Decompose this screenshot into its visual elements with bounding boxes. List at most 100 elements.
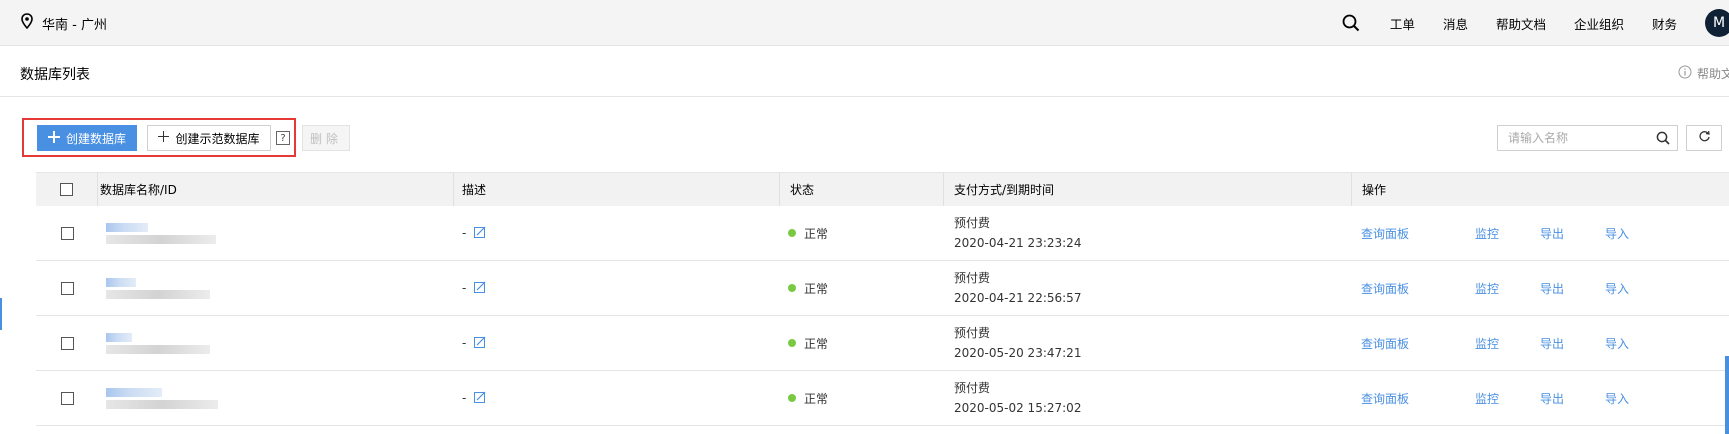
help-doc-label: 帮助文 (1696, 67, 1729, 81)
export-link[interactable]: 导出 (1540, 225, 1605, 242)
import-link[interactable]: 导入 (1605, 280, 1629, 297)
create-demo-database-button[interactable]: 创建示范数据库 (147, 125, 271, 151)
column-header-status: 状态 (790, 183, 815, 197)
table-row: - 正常 预付费 2020-04-21 22:56:57 查询面板 监控 导出 导… (36, 261, 1729, 316)
page-title: 数据库列表 (20, 67, 90, 83)
import-link[interactable]: 导入 (1605, 335, 1629, 352)
database-name-cell[interactable] (98, 316, 454, 370)
export-link[interactable]: 导出 (1540, 390, 1605, 407)
nav-messages[interactable]: 消息 (1443, 14, 1468, 33)
delete-button[interactable]: 删除 (302, 125, 350, 151)
database-name-cell[interactable] (98, 206, 454, 260)
description-text: - (462, 336, 467, 350)
redacted-id (106, 399, 218, 409)
edit-icon[interactable] (474, 336, 486, 351)
export-link[interactable]: 导出 (1540, 335, 1605, 352)
payment-type: 预付费 (954, 216, 991, 231)
search-icon[interactable] (1342, 14, 1360, 32)
database-name-cell[interactable] (98, 261, 454, 315)
payment-type: 预付费 (954, 381, 991, 396)
select-all-checkbox[interactable] (60, 183, 73, 196)
redacted-id (106, 234, 216, 244)
import-link[interactable]: 导入 (1605, 225, 1629, 242)
nav-ticket[interactable]: 工单 (1390, 14, 1415, 33)
table-header: 数据库名称/ID 描述 状态 支付方式/到期时间 操作 (36, 172, 1729, 206)
column-header-actions: 操作 (1362, 183, 1387, 197)
redacted-name (106, 277, 136, 287)
monitor-link[interactable]: 监控 (1475, 390, 1540, 407)
description-text: - (462, 226, 467, 240)
info-icon (1678, 65, 1692, 82)
plus-icon (158, 131, 170, 145)
redacted-name (106, 222, 148, 232)
search-field[interactable] (1497, 125, 1678, 151)
redacted-name (106, 387, 162, 397)
side-indicator (0, 298, 2, 330)
status-text: 正常 (804, 226, 829, 241)
expire-time: 2020-04-21 22:56:57 (954, 290, 1082, 305)
region-label: 华南 - 广州 (42, 17, 107, 33)
query-panel-link[interactable]: 查询面板 (1361, 390, 1475, 407)
row-checkbox[interactable] (60, 391, 74, 405)
redacted-id (106, 289, 210, 299)
divider (0, 96, 1729, 97)
search-icon[interactable] (1656, 131, 1670, 148)
refresh-button[interactable] (1686, 125, 1722, 151)
table-row: - 正常 预付费 2020-05-20 23:47:21 查询面板 监控 导出 导… (36, 316, 1729, 371)
scrollbar[interactable] (1725, 356, 1729, 434)
status-dot (788, 284, 796, 292)
status-text: 正常 (804, 281, 829, 296)
import-link[interactable]: 导入 (1605, 390, 1629, 407)
create-database-label: 创建数据库 (65, 131, 126, 146)
row-checkbox[interactable] (60, 281, 74, 295)
edit-icon[interactable] (474, 226, 486, 241)
edit-icon[interactable] (474, 391, 486, 406)
expire-time: 2020-05-20 23:47:21 (954, 345, 1082, 360)
query-panel-link[interactable]: 查询面板 (1361, 335, 1475, 352)
top-bar: 华南 - 广州 工单 消息 帮助文档 企业组织 财务 M (0, 0, 1729, 46)
expire-time: 2020-04-21 23:23:24 (954, 235, 1082, 250)
query-panel-link[interactable]: 查询面板 (1361, 280, 1475, 297)
description-text: - (462, 391, 467, 405)
help-doc-link[interactable]: 帮助文 (1678, 65, 1729, 82)
description-text: - (462, 281, 467, 295)
row-checkbox[interactable] (60, 336, 74, 350)
table-row: - 正常 预付费 2020-05-02 15:27:02 查询面板 监控 导出 导… (36, 371, 1729, 426)
database-table: 数据库名称/ID 描述 状态 支付方式/到期时间 操作 - 正常 预付费 2020… (36, 172, 1729, 426)
help-question-icon[interactable]: ? (276, 131, 290, 145)
redacted-name (106, 332, 132, 342)
status-dot (788, 229, 796, 237)
status-dot (788, 339, 796, 347)
edit-icon[interactable] (474, 281, 486, 296)
query-panel-link[interactable]: 查询面板 (1361, 225, 1475, 242)
nav-help-docs[interactable]: 帮助文档 (1496, 14, 1546, 33)
database-name-cell[interactable] (98, 371, 454, 425)
avatar[interactable]: M (1705, 9, 1729, 37)
location-pin-icon (20, 13, 34, 33)
status-text: 正常 (804, 391, 829, 406)
monitor-link[interactable]: 监控 (1475, 280, 1540, 297)
table-row: - 正常 预付费 2020-04-21 23:23:24 查询面板 监控 导出 导… (36, 206, 1729, 261)
refresh-icon (1698, 130, 1711, 146)
monitor-link[interactable]: 监控 (1475, 225, 1540, 242)
column-header-description: 描述 (462, 183, 487, 197)
search-input[interactable] (1498, 126, 1648, 150)
column-header-name: 数据库名称/ID (100, 183, 177, 197)
export-link[interactable]: 导出 (1540, 280, 1605, 297)
create-demo-database-label: 创建示范数据库 (175, 131, 260, 146)
monitor-link[interactable]: 监控 (1475, 335, 1540, 352)
row-checkbox[interactable] (60, 226, 74, 240)
plus-icon (47, 130, 60, 146)
create-database-button[interactable]: 创建数据库 (37, 125, 137, 151)
status-text: 正常 (804, 336, 829, 351)
payment-type: 预付费 (954, 326, 991, 341)
nav-finance[interactable]: 财务 (1652, 14, 1677, 33)
top-nav: 工单 消息 帮助文档 企业组织 财务 M (1342, 0, 1729, 46)
nav-organization[interactable]: 企业组织 (1574, 14, 1624, 33)
expire-time: 2020-05-02 15:27:02 (954, 400, 1082, 415)
column-header-payment: 支付方式/到期时间 (954, 183, 1055, 197)
region-selector[interactable]: 华南 - 广州 (20, 13, 107, 33)
status-dot (788, 394, 796, 402)
redacted-id (106, 344, 210, 354)
payment-type: 预付费 (954, 271, 991, 286)
